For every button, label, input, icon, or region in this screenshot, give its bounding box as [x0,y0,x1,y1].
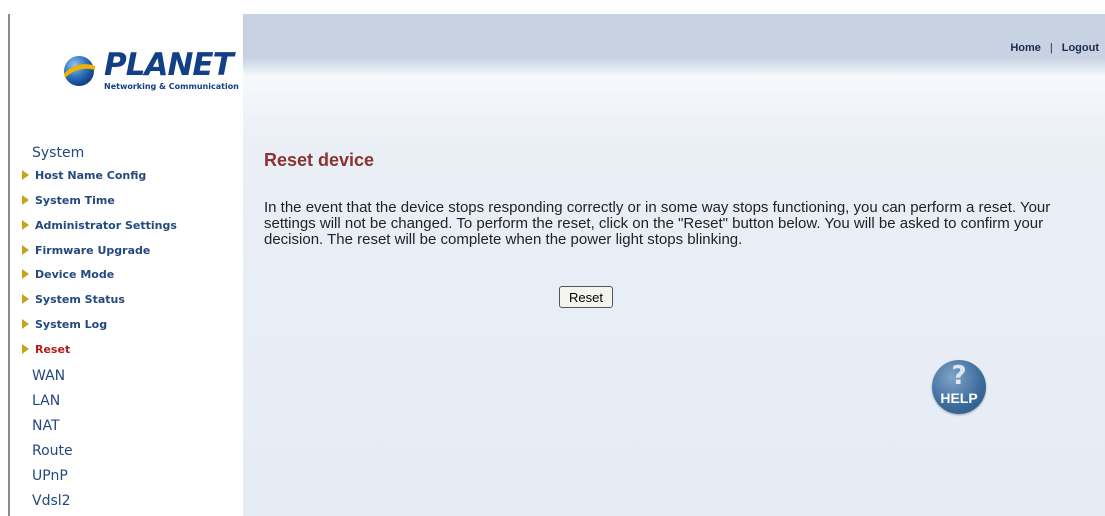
sidebar-item-label: System Time [35,193,115,207]
sidebar-item-label: System Log [35,317,108,331]
sidebar-item-system-status[interactable]: System Status [22,289,125,309]
arrow-right-icon [22,220,29,230]
sidebar-item-label: System Status [35,292,125,306]
sidebar-item-lan[interactable]: LAN [32,393,60,409]
help-icon[interactable]: ? HELP [932,360,986,414]
sidebar-item-label: Reset [35,342,71,356]
logout-link[interactable]: Logout [1062,42,1099,54]
page-description: In the event that the device stops respo… [264,199,1051,248]
nav-separator: | [1049,42,1053,54]
arrow-right-icon [22,245,29,255]
sidebar-item-label: Device Mode [35,267,115,281]
arrow-right-icon [22,319,29,329]
top-navigation: Home | Logout [1010,42,1099,54]
planet-globe-icon [64,56,95,86]
sidebar-item-device-mode[interactable]: Device Mode [22,264,114,284]
sidebar-section-system[interactable]: System [32,145,84,161]
sidebar-item-host-name-config[interactable]: Host Name Config [22,165,146,185]
help-question-mark: ? [951,361,967,391]
sidebar-item-reset[interactable]: Reset [22,339,70,359]
page-title: Reset device [264,150,375,170]
sidebar-item-system-log[interactable]: System Log [22,314,107,334]
planet-tagline: Networking & Communication [104,82,239,91]
sidebar-item-label: Administrator Settings [35,218,177,232]
sidebar-item-administrator-settings[interactable]: Administrator Settings [22,215,177,235]
planet-wordmark: PLANET [104,47,234,83]
planet-logo: PLANET Networking & Communication [60,40,239,100]
sidebar-item-wan[interactable]: WAN [32,368,65,384]
sidebar-item-label: Host Name Config [35,168,147,182]
help-label: HELP [940,390,978,406]
reset-button[interactable]: Reset [559,286,613,308]
sidebar-item-label: Firmware Upgrade [35,243,151,257]
main-content: Home | Logout Reset device In the event th… [243,14,1105,516]
sidebar-item-route[interactable]: Route [32,443,73,459]
sidebar-item-firmware-upgrade[interactable]: Firmware Upgrade [22,240,150,260]
arrow-right-icon [22,294,29,304]
sidebar-item-vdsl2[interactable]: Vdsl2 [32,493,71,509]
sidebar-item-system-time[interactable]: System Time [22,190,115,210]
arrow-right-icon [22,195,29,205]
sidebar-item-nat[interactable]: NAT [32,418,60,434]
arrow-right-icon [22,269,29,279]
home-link[interactable]: Home [1010,42,1041,54]
arrow-right-icon [22,170,29,180]
sidebar-item-upnp[interactable]: UPnP [32,468,68,484]
arrow-right-icon [22,344,29,354]
